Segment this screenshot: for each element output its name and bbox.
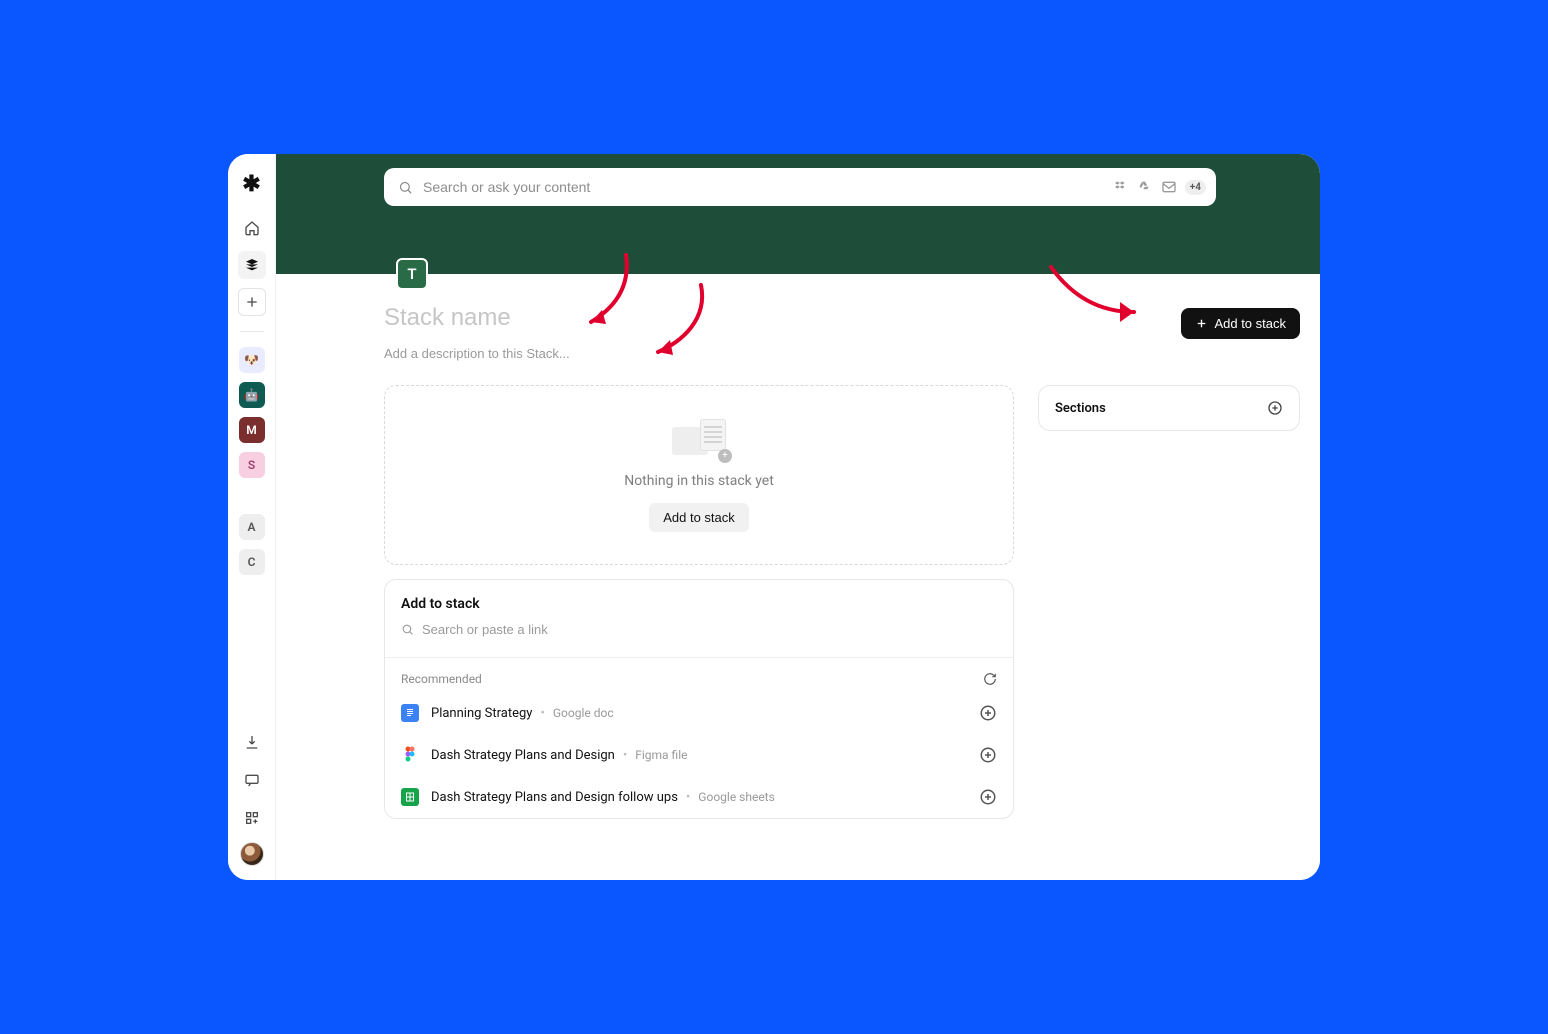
add-to-stack-panel: Add to stack Recommended	[384, 579, 1014, 819]
content-wrap: T Add to stack +	[276, 274, 1320, 839]
recommended-item[interactable]: Dash Strategy Plans and Design follow up…	[385, 776, 1013, 818]
search-icon	[401, 623, 414, 636]
recommended-item[interactable]: Dash Strategy Plans and Design • Figma f…	[385, 734, 1013, 776]
add-item-icon[interactable]	[979, 746, 997, 764]
recommended-item-title: Planning Strategy	[431, 706, 532, 721]
search-bar[interactable]: +4	[384, 168, 1216, 206]
recommended-item-type: Google doc	[553, 706, 614, 720]
app-window: ✱ 🐶 🤖 M S A C	[228, 154, 1320, 880]
app-logo-icon: ✱	[242, 172, 260, 197]
stack-avatar[interactable]: T	[396, 258, 428, 290]
workspace-tile-4[interactable]: S	[239, 452, 265, 478]
workspace-tile-1[interactable]: 🐶	[239, 347, 265, 373]
workspace-tile-a[interactable]: A	[239, 514, 265, 540]
dropbox-icon[interactable]	[1113, 179, 1129, 195]
chat-icon[interactable]	[238, 766, 266, 794]
home-icon[interactable]	[238, 214, 266, 242]
google-sheets-icon	[401, 788, 419, 806]
empty-state-text: Nothing in this stack yet	[624, 473, 774, 489]
stack-name-input[interactable]	[384, 304, 684, 332]
add-panel-title: Add to stack	[401, 596, 997, 612]
sections-title: Sections	[1055, 401, 1106, 416]
add-item-icon[interactable]	[979, 788, 997, 806]
plus-icon	[1195, 317, 1208, 330]
empty-illustration-icon: +	[672, 419, 726, 459]
sidebar: ✱ 🐶 🤖 M S A C	[228, 154, 276, 880]
add-item-icon[interactable]	[979, 704, 997, 722]
add-panel-search-input[interactable]	[422, 622, 997, 637]
google-drive-icon[interactable]	[1137, 179, 1153, 195]
google-doc-icon	[401, 704, 419, 722]
refresh-icon[interactable]	[983, 672, 997, 686]
recommended-item[interactable]: Planning Strategy • Google doc	[385, 692, 1013, 734]
workspace-tile-2[interactable]: 🤖	[239, 382, 265, 408]
recommended-item-title: Dash Strategy Plans and Design	[431, 748, 615, 763]
search-input[interactable]	[423, 179, 1103, 195]
recommended-item-type: Figma file	[635, 748, 687, 762]
add-to-stack-label: Add to stack	[1214, 316, 1286, 331]
workspace-tile-c[interactable]: C	[239, 549, 265, 575]
empty-add-button[interactable]: Add to stack	[649, 503, 749, 532]
header-banner: +4	[276, 154, 1320, 274]
main-area: +4 T Add to stack	[276, 154, 1320, 880]
recommended-label: Recommended	[401, 672, 482, 686]
new-item-button[interactable]	[238, 288, 266, 316]
sidebar-divider	[240, 331, 264, 332]
search-icon	[398, 180, 413, 195]
add-section-icon[interactable]	[1267, 400, 1283, 416]
user-avatar[interactable]	[240, 842, 264, 866]
empty-stack-panel: + Nothing in this stack yet Add to stack	[384, 385, 1014, 565]
stack-description-input[interactable]	[384, 346, 784, 361]
gmail-icon[interactable]	[1161, 179, 1177, 195]
recommended-item-type: Google sheets	[698, 790, 775, 804]
apps-icon[interactable]	[238, 804, 266, 832]
sections-card: Sections	[1038, 385, 1300, 431]
add-to-stack-button[interactable]: Add to stack	[1181, 308, 1300, 339]
stacks-icon[interactable]	[238, 251, 266, 279]
download-icon[interactable]	[238, 728, 266, 756]
figma-icon	[401, 746, 419, 764]
recommended-item-title: Dash Strategy Plans and Design follow up…	[431, 790, 678, 805]
workspace-tile-3[interactable]: M	[239, 417, 265, 443]
more-integrations-badge[interactable]: +4	[1185, 180, 1206, 195]
